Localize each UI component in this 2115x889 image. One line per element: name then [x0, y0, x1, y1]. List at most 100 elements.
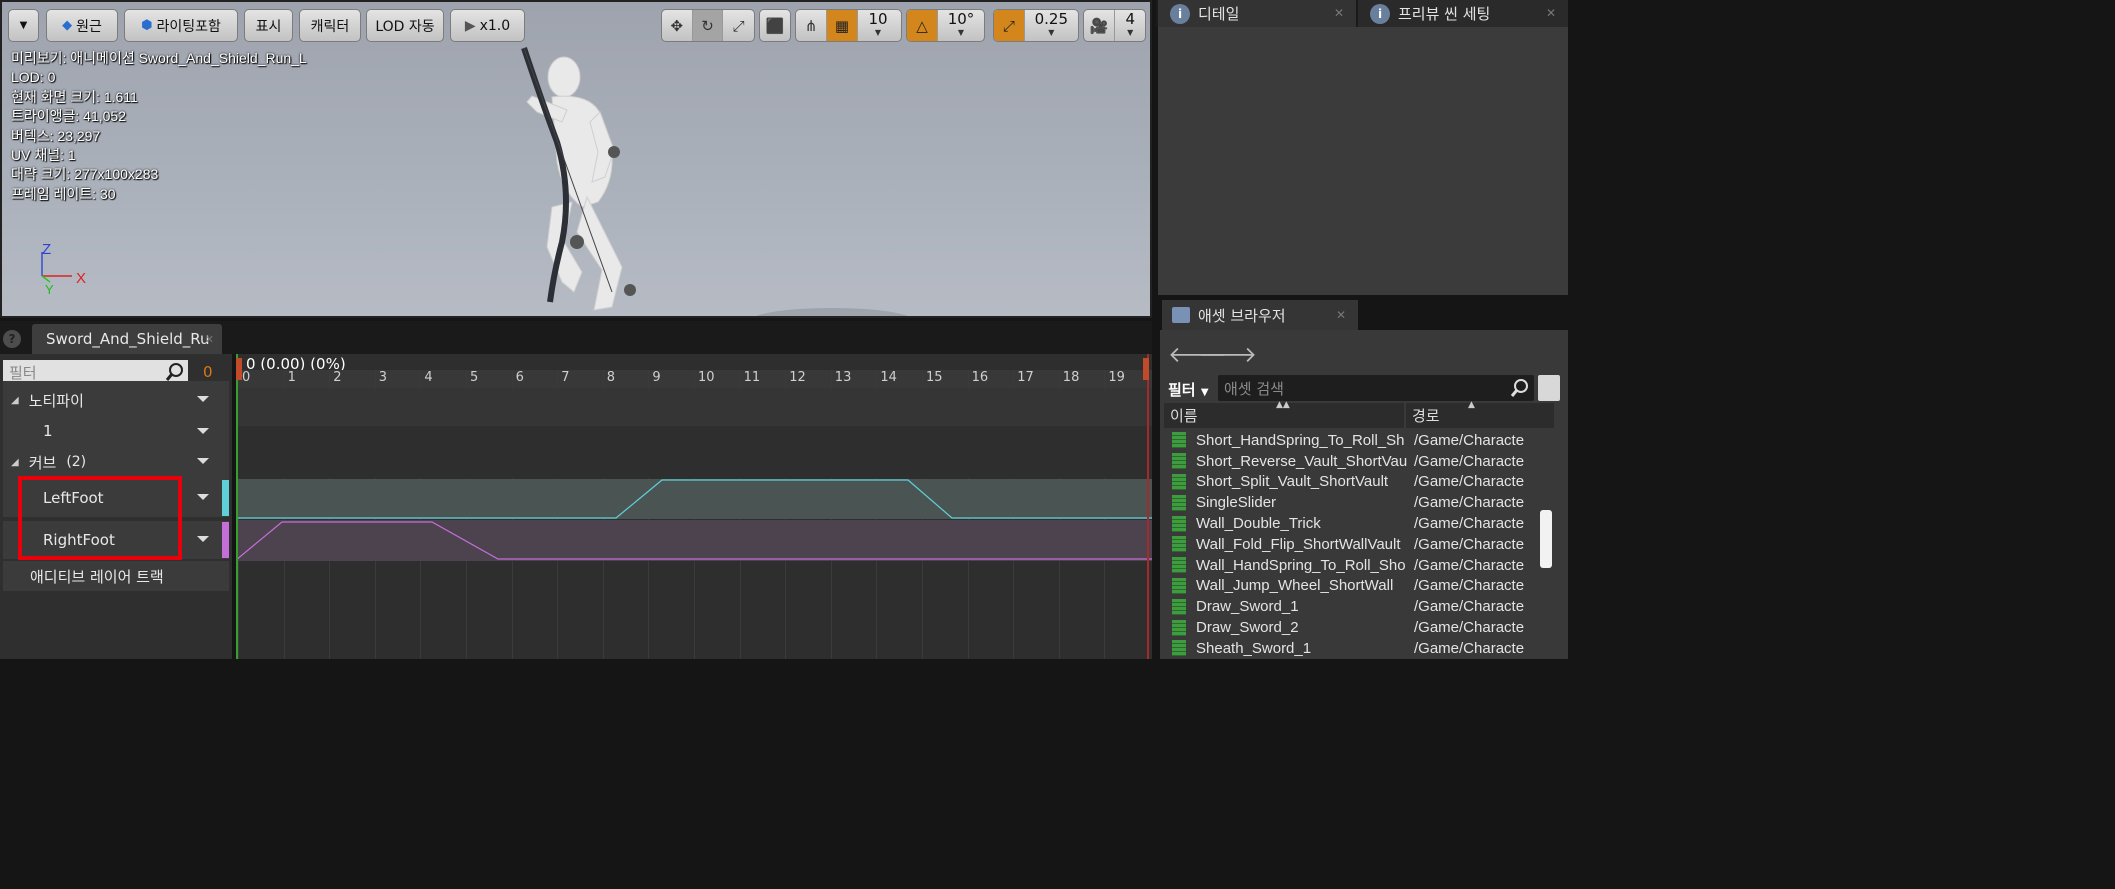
translate-icon[interactable]: ✥ [662, 10, 693, 41]
help-icon[interactable]: ? [3, 330, 21, 348]
track-additive-layer[interactable]: 애디티브 레이어 트랙 [3, 561, 229, 591]
playspeed-label: x1.0 [479, 17, 511, 34]
dropdown-icon[interactable] [197, 428, 209, 434]
tab-animation[interactable]: Sword_And_Shield_Ru ✕ [32, 324, 222, 354]
grid-snap-value-label: 10 [868, 9, 888, 28]
lod-button[interactable]: LOD 자동 [366, 9, 444, 42]
tab-asset-browser[interactable]: 애셋 브라우저 ✕ [1162, 300, 1358, 330]
asset-path: /Game/Characte [1414, 473, 1525, 491]
surface-snap-icon[interactable]: ⋔ [796, 10, 827, 41]
asset-path: /Game/Characte [1414, 515, 1525, 533]
user-icon[interactable] [1538, 375, 1560, 401]
tab-asset-browser-label: 애셋 브라우저 [1198, 306, 1286, 325]
preview-viewport[interactable]: ▼ ◆ 원근 ⬢ 라이팅포함 표시 캐릭터 LOD 자동 ▶ x1.0 ✥ ↻ … [0, 0, 1152, 318]
forward-arrow-icon[interactable]: 🡒 [1198, 342, 1257, 368]
viewport-stat-line: LOD: 0 [11, 69, 56, 86]
expand-triangle-icon[interactable]: ◢ [11, 457, 19, 468]
perspective-label: 원근 [76, 18, 102, 35]
search-icon[interactable] [165, 362, 185, 382]
camera-speed-group[interactable]: 🎥 4 ▼ [1083, 9, 1146, 42]
asset-path: /Game/Characte [1414, 494, 1525, 512]
dropdown-icon[interactable] [197, 458, 209, 464]
viewport-options-button[interactable]: ▼ [8, 9, 39, 42]
filter-button[interactable]: 필터 ▼ [1168, 379, 1209, 400]
chevron-down-icon: ▼ [19, 20, 28, 31]
asset-name: Wall_HandSpring_To_Roll_Sho [1196, 556, 1406, 574]
dropdown-icon[interactable] [197, 396, 209, 402]
dropdown-icon[interactable] [197, 494, 209, 500]
asset-row[interactable]: Short_HandSpring_To_Roll_Sh/Game/Charact… [1166, 430, 1550, 451]
scale-snap-value-label: 0.25 [1034, 9, 1069, 28]
dropdown-icon[interactable] [197, 536, 209, 542]
scale-snap-value[interactable]: 0.25 ▼ [1025, 10, 1078, 41]
sort-icon: ▲ [1468, 400, 1475, 410]
tab-animation-label: Sword_And_Shield_Ru [46, 330, 210, 348]
asset-row[interactable]: SingleSlider/Game/Characte [1166, 492, 1550, 513]
grid-snap-icon[interactable]: ▦ [827, 10, 858, 41]
curve-rightfoot-color[interactable] [222, 522, 229, 558]
animation-asset-icon [1172, 640, 1186, 657]
animation-asset-icon [1172, 453, 1186, 470]
asset-path: /Game/Characte [1414, 577, 1525, 595]
asset-list-scrollbar[interactable] [1540, 510, 1552, 568]
viewport-stat-line: 현재 화면 크기: 1.611 [11, 88, 138, 105]
close-icon[interactable]: ✕ [1336, 308, 1346, 322]
rotate-icon[interactable]: ↻ [692, 10, 724, 41]
animation-asset-icon [1172, 619, 1186, 636]
rotation-snap-value[interactable]: 10° ▼ [938, 10, 984, 41]
asset-row[interactable]: Wall_Fold_Flip_ShortWallVault/Game/Chara… [1166, 534, 1550, 555]
asset-row[interactable]: Wall_Jump_Wheel_ShortWall/Game/Characte [1166, 576, 1550, 597]
tab-preview-scene[interactable]: i 프리뷰 씬 세팅 ✕ [1358, 0, 1568, 27]
track-notify-label: 노티파이 [28, 391, 84, 410]
asset-search-placeholder: 애셋 검색 [1224, 379, 1284, 398]
chevron-down-icon: ▼ [874, 27, 882, 37]
asset-list: Short_HandSpring_To_Roll_Sh/Game/Charact… [1166, 430, 1550, 659]
scale-icon[interactable]: ⤢ [723, 10, 754, 41]
close-icon[interactable]: ✕ [1546, 6, 1556, 20]
timeline-area[interactable]: 0 (0.00) (0%) 0 1 2 3 4 5 6 7 8 9 10 11 12 13 14 15 16 17… [236, 354, 1152, 659]
expand-triangle-icon[interactable]: ◢ [11, 395, 19, 406]
asset-name: Short_HandSpring_To_Roll_Sh [1196, 431, 1405, 449]
asset-name: Draw_Sword_2 [1196, 619, 1299, 637]
asset-path: /Game/Characte [1414, 598, 1525, 616]
lighting-button[interactable]: ⬢ 라이팅포함 [124, 9, 238, 42]
character-button[interactable]: 캐릭터 [299, 9, 361, 42]
curve-graph [236, 479, 1152, 561]
playspeed-button[interactable]: ▶ x1.0 [450, 9, 525, 42]
asset-row[interactable]: Draw_Sword_1/Game/Characte [1166, 596, 1550, 617]
tab-details[interactable]: i 디테일 ✕ [1158, 0, 1356, 27]
asset-row[interactable]: Sheath_Sword_1/Game/Characte [1166, 638, 1550, 659]
show-button[interactable]: 표시 [244, 9, 293, 42]
close-icon[interactable]: ✕ [205, 333, 214, 346]
rotation-snap-icon[interactable]: △ [907, 10, 938, 41]
search-icon[interactable] [1510, 378, 1530, 398]
grid-snap-value[interactable]: 10 ▼ [858, 10, 898, 41]
column-header-name[interactable]: 이름 ▲▲ [1164, 400, 1404, 428]
perspective-button[interactable]: ◆ 원근 [46, 9, 118, 42]
axis-z-label: Z [42, 242, 51, 258]
close-icon[interactable]: ✕ [1334, 6, 1344, 20]
end-marker[interactable] [1143, 358, 1149, 380]
asset-path: /Game/Characte [1414, 619, 1525, 637]
asset-row[interactable]: Short_Split_Vault_ShortVault/Game/Charac… [1166, 472, 1550, 493]
track-additive-label: 애디티브 레이어 트랙 [30, 567, 164, 586]
asset-row[interactable]: Draw_Sword_2/Game/Characte [1166, 617, 1550, 638]
asset-search-input[interactable]: 애셋 검색 [1218, 375, 1534, 401]
curve-leftfoot-color[interactable] [222, 480, 229, 516]
column-path-label: 경로 [1412, 407, 1440, 425]
asset-name: Short_Split_Vault_ShortVault [1196, 473, 1389, 491]
asset-row[interactable]: Short_Reverse_Vault_ShortVau/Game/Charac… [1166, 451, 1550, 472]
start-marker[interactable] [236, 358, 242, 380]
viewport-stat-line: 버텍스: 23,297 [11, 127, 101, 144]
scale-snap-icon[interactable]: ⤢ [994, 10, 1025, 41]
tab-details-label: 디테일 [1198, 5, 1240, 23]
viewport-stat-line: 미리보기: 애니메이션 Sword_And_Shield_Run_L [11, 50, 307, 66]
column-header-path[interactable]: 경로 ▲ [1406, 400, 1554, 428]
world-space-icon[interactable]: ⬛ [760, 10, 790, 41]
rotation-snap-group: △ 10° ▼ [906, 9, 985, 42]
highlight-box [18, 476, 182, 560]
column-name-label: 이름 [1170, 407, 1198, 425]
asset-row[interactable]: Wall_Double_Trick/Game/Characte [1166, 513, 1550, 534]
viewport-toolbar: ▼ ◆ 원근 ⬢ 라이팅포함 표시 캐릭터 LOD 자동 ▶ x1.0 ✥ ↻ … [6, 6, 1146, 42]
asset-row[interactable]: Wall_HandSpring_To_Roll_Sho/Game/Charact… [1166, 555, 1550, 576]
